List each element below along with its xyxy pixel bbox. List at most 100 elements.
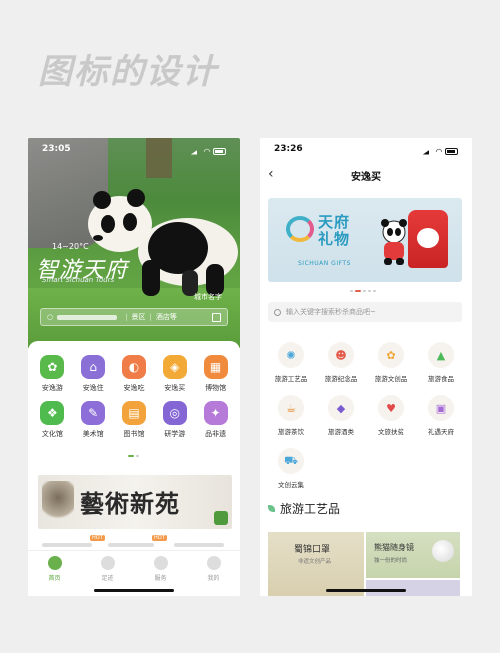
service-icon-item[interactable]: ✦ 品非遗 xyxy=(195,401,236,439)
scan-icon[interactable] xyxy=(212,312,221,322)
product-card[interactable]: 熊猫随身镜 独一份的时尚 xyxy=(366,532,460,578)
tab-icon xyxy=(100,556,115,570)
hero-subtitle: Smart Sichuan Tours xyxy=(42,276,115,284)
status-bar: 23:26 ◠ xyxy=(260,144,472,158)
search-tab-scenic[interactable]: 景区 xyxy=(131,312,145,322)
service-icon-label: 研学游 xyxy=(164,430,186,438)
category-item[interactable]: ⛟ 文创云集 xyxy=(266,448,316,489)
battery-icon xyxy=(213,147,226,155)
category-icon: ✿ xyxy=(378,342,404,368)
category-icon: ◆ xyxy=(328,395,354,421)
tab-label: 足迹 xyxy=(101,575,114,582)
page-indicator xyxy=(128,455,139,457)
tab-label: 首页 xyxy=(48,575,61,582)
section-header: 旅游工艺品 xyxy=(268,500,340,517)
hot-item[interactable] xyxy=(42,543,92,547)
product-search-input[interactable]: 输入关键字搜索秒杀商品吧~ xyxy=(268,302,462,322)
service-icon-label: 文化馆 xyxy=(41,430,63,438)
service-icon-item[interactable]: ⌂ 安逸住 xyxy=(73,355,114,393)
service-icon-label: 安逸吃 xyxy=(123,384,145,392)
service-icon-label: 图书馆 xyxy=(123,430,145,438)
gift-subtitle: SICHUAN GIFTS xyxy=(298,260,351,267)
hot-item[interactable] xyxy=(174,543,224,547)
category-item[interactable]: ♥ 文旅扶贫 xyxy=(366,395,416,436)
service-icon-item[interactable]: ▦ 博物馆 xyxy=(195,355,236,393)
category-icon: ☕ xyxy=(278,395,304,421)
service-icon-label: 美术馆 xyxy=(82,430,104,438)
tab-item[interactable]: 我的 xyxy=(206,556,221,596)
category-item[interactable]: ▲ 旅游食品 xyxy=(416,342,466,383)
service-icon: ▤ xyxy=(121,401,146,425)
product-title: 熊猫随身镜 xyxy=(374,543,414,552)
category-icon: ♥ xyxy=(378,395,404,421)
service-icon: ❖ xyxy=(40,401,65,425)
category-icon: ▣ xyxy=(428,395,454,421)
city-name[interactable]: 城市名字 xyxy=(194,292,222,302)
service-icon-label: 博物馆 xyxy=(205,384,227,392)
hot-badge: HOT xyxy=(90,535,105,541)
product-card[interactable] xyxy=(366,580,460,596)
hot-badge: HOT xyxy=(152,535,167,541)
category-label: 文旅扶贫 xyxy=(378,428,404,436)
service-icon-item[interactable]: ✿ 安逸游 xyxy=(32,355,73,393)
tab-icon xyxy=(153,556,168,570)
service-icon: ◈ xyxy=(162,355,187,379)
category-icon: ⛟ xyxy=(278,448,304,474)
phone-shop-screen: 23:26 ◠ ‹ 安逸买 天府 礼物 SICHUAN GIFTS 输入关键字搜… xyxy=(260,138,472,596)
wifi-icon: ◠ xyxy=(203,146,210,156)
art-banner[interactable]: 藝術新苑 xyxy=(38,475,232,529)
service-icon: ✿ xyxy=(40,355,65,379)
search-tab-hotel[interactable]: 酒店等 xyxy=(156,312,177,322)
service-icon: ✦ xyxy=(203,401,228,425)
service-icon: ⌂ xyxy=(81,355,106,379)
service-icon: ✎ xyxy=(81,401,106,425)
service-icon: ▦ xyxy=(203,355,228,379)
status-time: 23:05 xyxy=(42,144,71,154)
section-title: 旅游工艺品 xyxy=(280,502,341,516)
search-icon: ○ xyxy=(47,313,54,321)
banner-badge xyxy=(214,511,228,525)
category-label: 旅游茶饮 xyxy=(278,428,304,436)
category-item[interactable]: ☻ 旅游纪念品 xyxy=(316,342,366,383)
back-chevron-icon[interactable]: ‹ xyxy=(268,166,274,182)
service-icon-item[interactable]: ✎ 美术馆 xyxy=(73,401,114,439)
service-icon-item[interactable]: ▤ 图书馆 xyxy=(114,401,155,439)
battery-icon xyxy=(445,147,458,155)
panda-mirror-image xyxy=(432,540,454,562)
category-icon: ☻ xyxy=(328,342,354,368)
service-icon-item[interactable]: ◎ 研学游 xyxy=(154,401,195,439)
search-bar[interactable]: ○ | 景区 | 酒店等 xyxy=(40,308,228,326)
category-item[interactable]: ☕ 旅游茶饮 xyxy=(266,395,316,436)
status-bar: 23:05 ◠ xyxy=(28,144,240,158)
tab-label: 服务 xyxy=(154,575,167,582)
category-label: 旅游酒类 xyxy=(328,428,354,436)
tab-label: 我的 xyxy=(207,575,220,582)
status-time: 23:26 xyxy=(274,144,303,154)
service-icon-grid: ✿ 安逸游 ⌂ 安逸住 ◐ 安逸吃 ◈ 安逸买 ▦ 博物馆 ❖ 文化馆 ✎ 美术馆 ▤ 图书馆 ◎ 研学游 ✦ 品非遗 xyxy=(32,355,236,439)
category-item[interactable]: ✿ 旅游文创品 xyxy=(366,342,416,383)
tab-item[interactable]: 首页 xyxy=(47,556,62,596)
product-card[interactable]: 蜀锦口罩 非遗文创产品 xyxy=(268,532,364,596)
hero-banner[interactable]: 23:05 ◠ 14~20°C 智游天府 Smart Sichuan Tours… xyxy=(28,138,240,348)
product-subtitle: 独一份的时尚 xyxy=(374,558,408,564)
hot-item[interactable] xyxy=(108,543,154,547)
service-icon-item[interactable]: ◐ 安逸吃 xyxy=(114,355,155,393)
art-banner-text: 藝術新苑 xyxy=(80,489,180,518)
phone-home-screen: 23:05 ◠ 14~20°C 智游天府 Smart Sichuan Tours… xyxy=(28,138,240,596)
gift-banner[interactable]: 天府 礼物 SICHUAN GIFTS xyxy=(268,198,462,282)
category-label: 文创云集 xyxy=(278,481,304,489)
weather-temperature: 14~20°C xyxy=(52,242,89,251)
service-icon-label: 品非遗 xyxy=(205,430,227,438)
search-icon xyxy=(274,308,281,316)
category-item[interactable]: ✺ 旅游工艺品 xyxy=(266,342,316,383)
product-subtitle: 非遗文创产品 xyxy=(298,559,332,565)
category-label: 礼遇天府 xyxy=(428,428,454,436)
category-item[interactable]: ◆ 旅游酒类 xyxy=(316,395,366,436)
service-icon-item[interactable]: ◈ 安逸买 xyxy=(154,355,195,393)
banner-pager xyxy=(350,290,376,292)
leaf-icon xyxy=(268,505,275,512)
category-label: 旅游工艺品 xyxy=(274,375,308,383)
category-label: 旅游文创品 xyxy=(374,375,408,383)
service-icon-item[interactable]: ❖ 文化馆 xyxy=(32,401,73,439)
category-item[interactable]: ▣ 礼遇天府 xyxy=(416,395,466,436)
